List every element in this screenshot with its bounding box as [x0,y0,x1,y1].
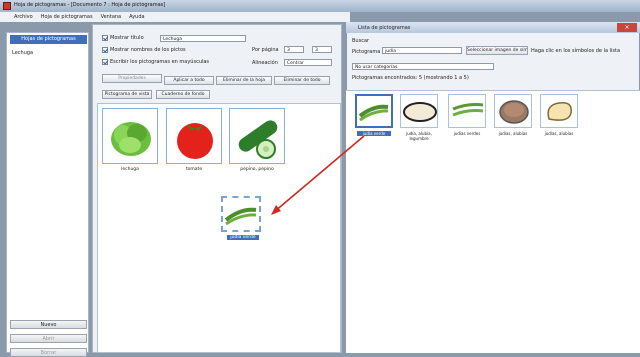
drag-arrow [271,135,365,215]
